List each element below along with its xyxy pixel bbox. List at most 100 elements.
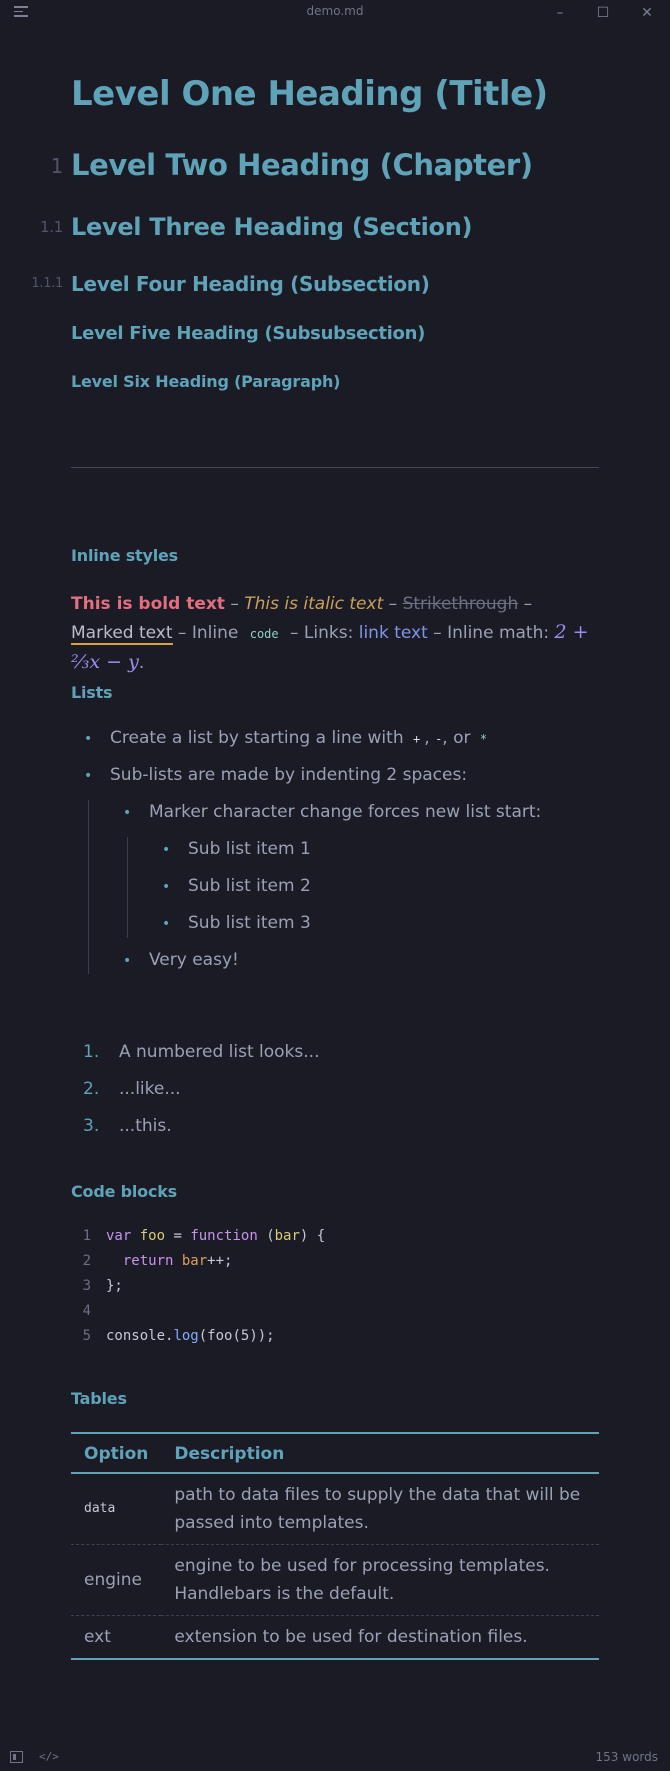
ordered-list-number: 1.	[83, 1042, 100, 1062]
line-number: 1	[82, 1228, 91, 1244]
link-text[interactable]: link text	[359, 623, 428, 643]
sub-list-item: Very easy!	[149, 950, 239, 970]
token: bar	[181, 1253, 208, 1269]
title-bar: demo.md – ☐ ✕	[0, 0, 670, 26]
line-number: 5	[82, 1328, 91, 1344]
heading-level-1: Level One Heading (Title)	[71, 74, 548, 114]
separator: –	[224, 594, 245, 614]
heading-level-4: 1.1.1 Level Four Heading (Subsection)	[31, 272, 430, 296]
table-cell: engine to be used for processing templat…	[161, 1544, 599, 1616]
sidebar-icon[interactable]	[10, 1751, 23, 1766]
bullet: •	[84, 731, 93, 747]
token: ++;	[207, 1253, 233, 1269]
sub-sub-list-item: Sub list item 2	[188, 876, 311, 896]
token: log	[173, 1328, 199, 1344]
line-number: 2	[82, 1253, 91, 1269]
token: var	[106, 1228, 132, 1244]
table-row: ext extension to be used for destination…	[71, 1615, 599, 1660]
table-row: engine engine to be used for processing …	[71, 1544, 599, 1616]
heading-level-3: 1.1 Level Three Heading (Section)	[40, 213, 473, 241]
token: (foo(5));	[198, 1328, 275, 1344]
token: function	[190, 1228, 258, 1244]
heading-number: 1.1	[40, 218, 63, 236]
minimize-button[interactable]: –	[551, 4, 569, 22]
heading-number: 1	[50, 154, 64, 178]
heading-text: Level Four Heading (Subsection)	[71, 272, 430, 296]
word-count: 153 words	[595, 1750, 658, 1764]
heading-text: Level Three Heading (Section)	[71, 213, 473, 241]
token: return	[122, 1253, 174, 1269]
code-line: 5 console.log(foo(5));	[71, 1328, 275, 1344]
list-item-text: , or	[442, 728, 476, 748]
token: };	[106, 1278, 123, 1294]
inline-code: +	[413, 732, 421, 746]
heading-level-2: 1 Level Two Heading (Chapter)	[51, 148, 533, 182]
code-line: 1 var foo = function (bar) {	[71, 1228, 326, 1244]
maximize-button[interactable]: ☐	[594, 4, 612, 22]
table-header: Description	[161, 1432, 599, 1474]
close-button[interactable]: ✕	[638, 4, 656, 22]
table-cell: engine	[71, 1544, 162, 1616]
inline-styles-paragraph: This is bold text – This is italic text …	[71, 590, 599, 677]
italic-text: This is italic text	[244, 594, 384, 614]
table-cell: extension to be used for destination fil…	[161, 1615, 599, 1660]
heading-text: Level Two Heading (Chapter)	[71, 148, 533, 182]
section-heading-code-blocks: Code blocks	[71, 1182, 177, 1201]
section-heading-tables: Tables	[71, 1389, 127, 1408]
inline-label: – Inline	[172, 623, 244, 643]
list-item-text: Create a list by starting a line with	[110, 728, 410, 748]
ordered-list-item: ...like...	[119, 1079, 181, 1099]
code-icon[interactable]: </>	[39, 1750, 59, 1763]
strikethrough-text: Strikethrough	[402, 594, 519, 614]
options-table: Option Description data path to data fil…	[71, 1432, 599, 1660]
heading-level-6: Level Six Heading (Paragraph)	[71, 372, 341, 391]
bold-text: This is bold text	[71, 594, 225, 614]
period: .	[138, 653, 145, 673]
token: =	[165, 1228, 191, 1244]
list-item: Sub-lists are made by indenting 2 spaces…	[110, 765, 468, 785]
bullet: •	[123, 953, 132, 969]
table-header: Option	[71, 1432, 162, 1474]
sub-sub-list-item: Sub list item 3	[188, 913, 311, 933]
links-label: – Links:	[284, 623, 359, 643]
token: console	[106, 1328, 166, 1344]
heading-number: 1.1.1	[31, 276, 63, 291]
separator: –	[518, 594, 533, 614]
horizontal-rule	[71, 467, 599, 468]
separator: –	[383, 594, 403, 614]
table-cell: path to data files to supply the data th…	[174, 1485, 581, 1533]
ordered-list-number: 2.	[83, 1079, 100, 1099]
math-label: – Inline math:	[427, 623, 555, 643]
token: (	[257, 1228, 275, 1244]
status-bar: </> 153 words	[0, 1744, 670, 1771]
token: foo	[139, 1228, 166, 1244]
ordered-list-item: A numbered list looks...	[119, 1042, 320, 1062]
token: bar	[274, 1228, 300, 1244]
token: ) {	[299, 1228, 326, 1244]
section-heading-lists: Lists	[71, 683, 113, 702]
sub-list-item: Marker character change forces new list …	[149, 802, 542, 822]
bullet: •	[84, 768, 93, 784]
document-title: demo.md	[306, 4, 364, 18]
marked-text: Marked text	[71, 623, 173, 645]
table-row: data path to data files to supply the da…	[71, 1473, 599, 1545]
line-number: 4	[82, 1303, 91, 1319]
bullet: •	[123, 805, 132, 821]
ordered-list-item: ...this.	[119, 1116, 172, 1136]
code-line: 2 return bar++;	[71, 1253, 233, 1269]
inline-code: code	[249, 627, 279, 641]
bullet: •	[162, 916, 171, 932]
table-cell: data	[84, 1501, 116, 1516]
inline-code: *	[479, 732, 488, 746]
code-line: 3};	[71, 1278, 123, 1294]
list-indent-guide	[88, 800, 89, 974]
table-cell: ext	[71, 1615, 162, 1660]
bullet: •	[162, 842, 171, 858]
list-item: Create a list by starting a line with +,…	[110, 728, 491, 748]
bullet: •	[162, 879, 171, 895]
section-heading-inline-styles: Inline styles	[71, 546, 178, 565]
list-indent-guide	[127, 837, 128, 938]
heading-level-5: Level Five Heading (Subsubsection)	[71, 323, 426, 344]
